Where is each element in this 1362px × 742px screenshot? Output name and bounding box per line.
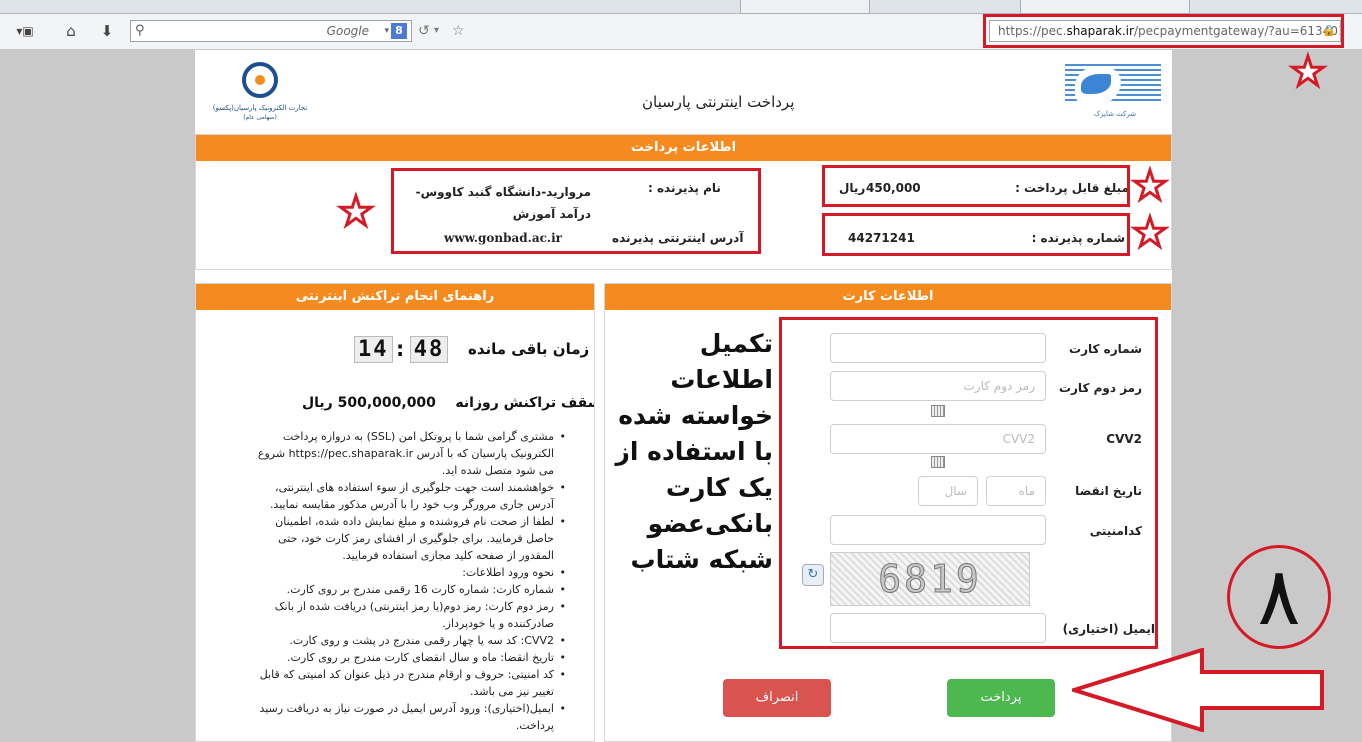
undo-icon[interactable]: ↺ [418, 20, 430, 42]
pecco-logo-text: تجارت الکترونیک پارسیان(پکسو) [212, 104, 308, 112]
star-bookmark-icon[interactable]: ☆ [452, 20, 465, 42]
annotation-arrow-icon [1072, 648, 1324, 732]
chevron-down-icon[interactable]: ▾ [384, 21, 389, 41]
guide-list: مشتری گرامی شما با پروتکل امن (SSL) به د… [248, 428, 568, 734]
guide-item: تاریخ انقضا: ماه و سال انقضای کارت مندرج… [248, 649, 568, 666]
annotation-merchant-highlight [391, 168, 761, 254]
timer-seconds: 48 [409, 336, 449, 363]
pecco-logo-subtext: (سهامی عام) [243, 114, 277, 121]
guide-item: کد امنیتی: حروف و ارقام مندرج در ذیل عنو… [248, 666, 568, 700]
pay-button[interactable]: پرداخت [947, 679, 1055, 717]
annotation-url-highlight [983, 14, 1344, 48]
daily-limit-label: سقف تراکنش روزانه [455, 395, 595, 411]
pecco-logo-icon [242, 62, 278, 98]
annotation-star-icon: ★ [1131, 210, 1170, 256]
guide-item: خواهشمند است جهت جلوگیری از سوء استفاده … [248, 479, 568, 513]
bookmark-menu-icon[interactable]: ▾▣ [10, 20, 40, 42]
annotation-amount-highlight [822, 165, 1130, 207]
guide-item: نحوه ورود اطلاعات: [248, 564, 568, 581]
guide-panel: راهنمای انجام تراکنش اینترنتی زمان باقی … [195, 283, 595, 742]
annotation-star-icon: ★ [1289, 49, 1328, 95]
guide-item: رمز دوم کارت: رمز دوم(یا رمز اینترنتی) د… [248, 598, 568, 632]
daily-limit-unit: ریال [302, 395, 333, 411]
annotation-star-icon: ★ [1131, 163, 1170, 209]
pecco-logo: تجارت الکترونیک پارسیان(پکسو) (سهامی عام… [205, 62, 315, 132]
guide-heading: راهنمای انجام تراکنش اینترنتی [196, 284, 594, 310]
card-info-heading: اطلاعات کارت [605, 284, 1171, 310]
annotation-merchant-no-highlight [822, 213, 1130, 256]
time-left-label: زمان باقی مانده [468, 340, 590, 358]
daily-limit: سقف تراکنش روزانه 500,000,000 ریال [302, 395, 595, 411]
daily-limit-value: 500,000,000 [337, 395, 436, 411]
annotation-card-fields-highlight [779, 317, 1158, 649]
guide-item: مشتری گرامی شما با پروتکل امن (SSL) به د… [248, 428, 568, 479]
guide-item: لطفا از صحت نام فروشنده و مبلغ نمایش داد… [248, 513, 568, 564]
payment-info-heading: اطلاعات پرداخت [196, 135, 1171, 161]
countdown-timer: 14:48 [353, 336, 449, 363]
cancel-button[interactable]: انصراف [723, 679, 831, 717]
annotation-step-number: ۸ [1227, 545, 1331, 649]
page-title: پرداخت اینترنتی پارسیان [642, 93, 795, 111]
instructions-annotation: تکمیل اطلاعات خواسته شده با استفاده از ی… [615, 329, 773, 574]
home-icon[interactable]: ⌂ [60, 20, 82, 42]
browser-tab[interactable] [1020, 0, 1190, 14]
chevron-down-icon[interactable]: ▾ [434, 20, 439, 42]
search-engine-name: Google [326, 24, 369, 38]
shaparak-logo-text: شرکت شاپرک [1093, 110, 1137, 118]
timer-minutes: 14 [354, 336, 393, 363]
browser-tab-strip [0, 0, 1362, 14]
search-box[interactable]: ⚲ Google ▾ 8 [130, 20, 412, 42]
shaparak-logo: شرکت شاپرک [1065, 64, 1165, 130]
guide-item: CVV2: کد سه یا چهار رقمی مندرج در پشت و … [248, 632, 568, 649]
guide-item: شماره کارت: شماره کارت 16 رقمی مندرج بر … [248, 581, 568, 598]
guide-item: ایمیل(اختیاری): ورود آدرس ایمیل در صورت … [248, 700, 568, 734]
download-icon[interactable]: ⬇ [96, 20, 118, 42]
google-plus-icon[interactable]: 8 [391, 23, 407, 39]
annotation-star-icon: ★ [337, 189, 376, 235]
search-icon: ⚲ [135, 23, 145, 38]
browser-tab[interactable] [740, 0, 870, 14]
